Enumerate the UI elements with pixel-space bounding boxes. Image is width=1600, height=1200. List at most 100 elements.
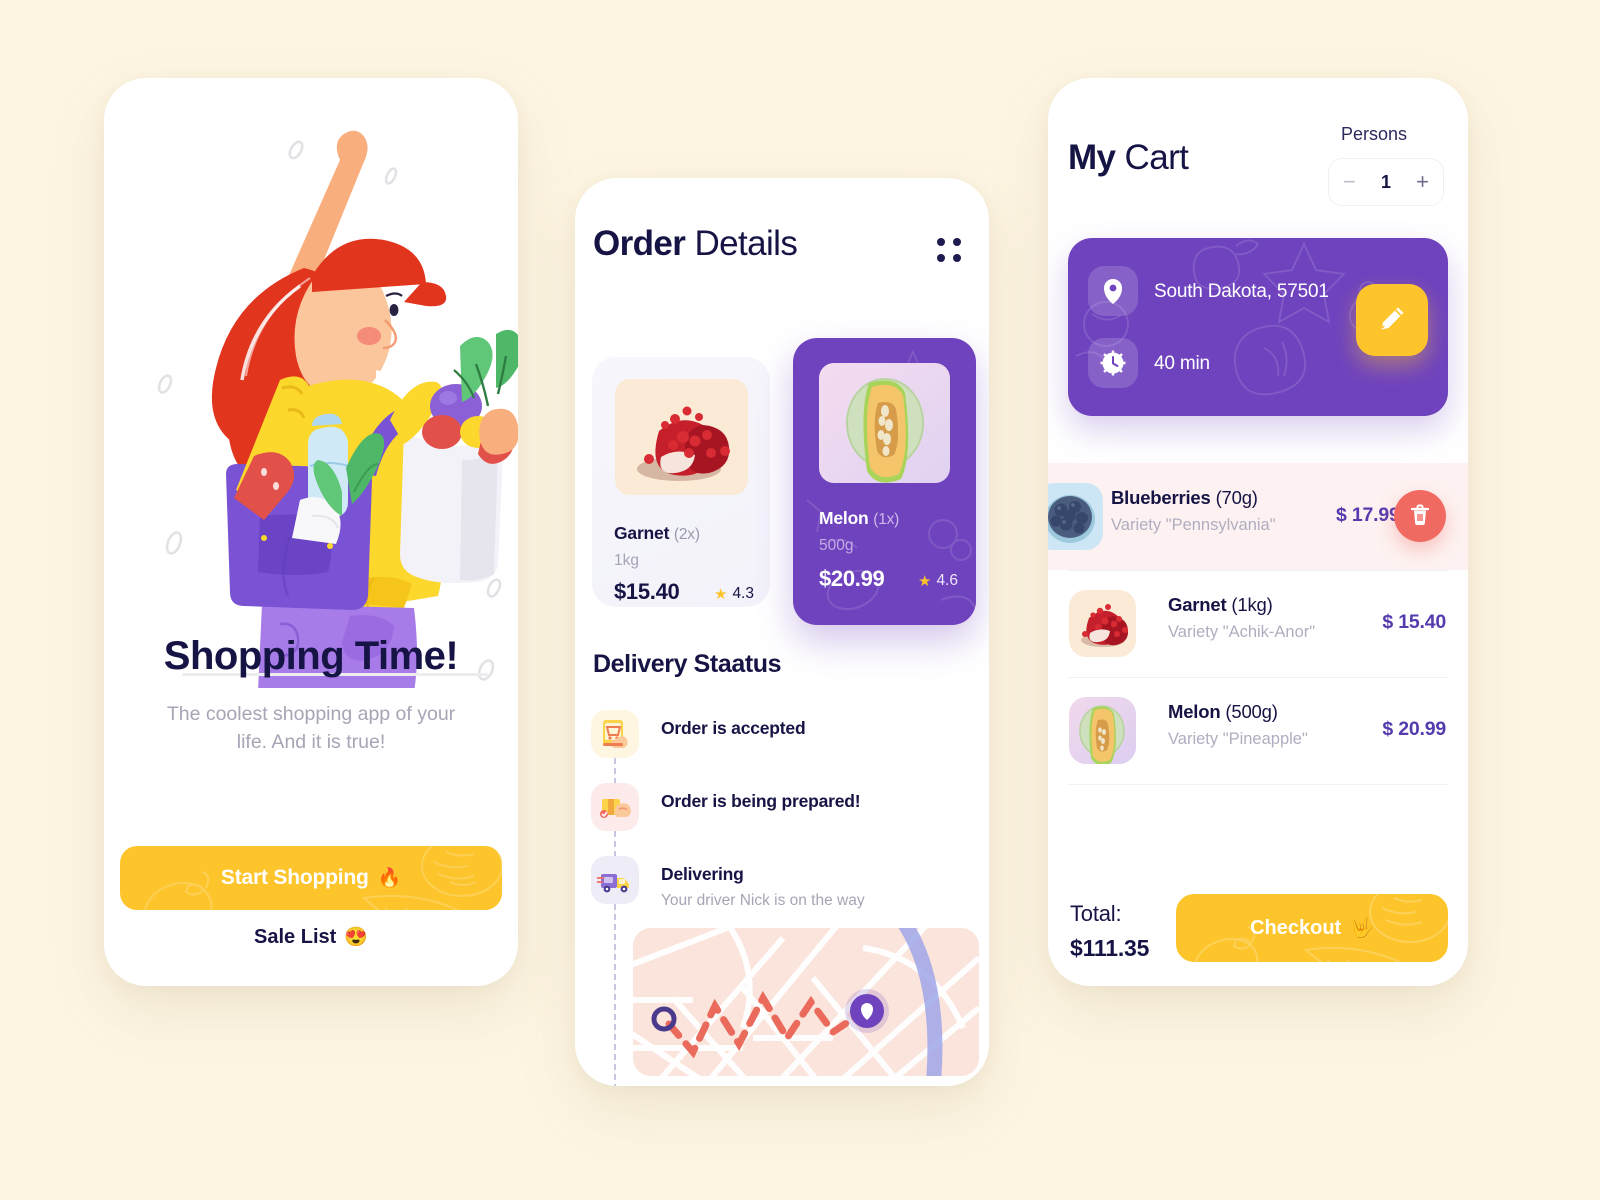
page-title: Shopping Time! (163, 634, 459, 678)
order-details-screen: Order Details Garnet (2x) 1kg $15.40 ★ 4… (575, 178, 989, 1086)
delivery-route-map[interactable] (633, 928, 979, 1076)
cart-item-row[interactable]: Melon (500g) Variety "Pineapple" $ 20.99 (1048, 677, 1468, 784)
product-price: $15.40 (614, 579, 680, 604)
star-icon: ★ (917, 573, 932, 590)
page-subtitle: The coolest shopping app of your life. A… (166, 703, 456, 754)
step-texts: Order is accepted (661, 710, 806, 739)
eta-text: 40 min (1154, 353, 1210, 374)
timeline-connector (614, 831, 616, 857)
trash-bin-icon (1410, 504, 1430, 529)
item-weight: (500g) (1225, 701, 1278, 722)
product-rating: ★ 4.6 (918, 572, 958, 590)
product-card-garnet[interactable]: Garnet (2x) 1kg $15.40 ★ 4.3 (592, 357, 770, 607)
location-pin-icon (1088, 266, 1138, 316)
cart-item-row[interactable]: Garnet (1kg) Variety "Achik-Anor" $ 15.4… (1048, 570, 1468, 677)
star-icon: ★ (713, 586, 728, 603)
product-weight: 500g (819, 537, 854, 554)
item-price: $ 17.99 (1336, 504, 1400, 526)
grid-dots-icon[interactable] (937, 238, 963, 264)
product-price: $20.99 (819, 566, 885, 591)
product-name: Melon (1x) (819, 508, 899, 529)
persons-label: Persons (1340, 124, 1408, 144)
persons-stepper[interactable]: − 1 + (1328, 158, 1444, 206)
item-price: $ 20.99 (1382, 718, 1446, 740)
product-qty: (2x) (673, 526, 700, 543)
item-weight: (1kg) (1231, 594, 1273, 615)
melon-photo (1069, 697, 1136, 764)
onboarding-screen: Shopping Time! The coolest shopping app … (104, 78, 518, 986)
product-rating: ★ 4.3 (714, 585, 754, 603)
checkout-button[interactable]: Checkout 🤟 (1176, 894, 1448, 962)
step-texts: Delivering Your driver Nick is on the wa… (661, 856, 865, 910)
shopping-woman-illustration (104, 88, 518, 692)
clock-icon (1088, 338, 1138, 388)
order-title-light: Details (694, 224, 798, 263)
blueberries-photo (1048, 483, 1103, 550)
package-hand-icon (591, 783, 639, 831)
watermelon-outline-decoration (1303, 946, 1402, 962)
persons-decrement-button[interactable]: − (1343, 171, 1356, 193)
cart-tap-icon (591, 710, 639, 758)
item-variety: Variety "Pennsylvania" (1111, 516, 1276, 534)
item-variety: Variety "Achik-Anor" (1168, 623, 1316, 641)
lemon-outline-decoration (143, 871, 213, 910)
product-name-text: Melon (819, 508, 869, 528)
item-name-text: Blueberries (1111, 487, 1211, 508)
sale-list-button[interactable]: Sale List 😍 (104, 926, 518, 949)
sale-list-label: Sale List (254, 926, 337, 948)
delete-item-button[interactable] (1394, 490, 1446, 542)
item-name: Blueberries (70g) (1111, 487, 1258, 509)
delivery-truck-icon (591, 856, 639, 904)
start-shopping-button[interactable]: Start Shopping 🔥 (120, 846, 502, 910)
row-divider (1068, 784, 1448, 785)
product-card-melon[interactable]: Melon (1x) 500g $20.99 ★ 4.6 (793, 338, 976, 625)
product-name: Garnet (2x) (614, 523, 700, 544)
delivery-status-title: Delivery Staatus (593, 650, 782, 678)
step-note: Your driver Nick is on the way (661, 892, 865, 909)
item-name-text: Garnet (1168, 594, 1227, 615)
step-label: Delivering (661, 864, 744, 884)
cart-title: My Cart (1068, 138, 1189, 178)
total-value: $111.35 (1070, 935, 1150, 961)
melon-photo (819, 363, 950, 483)
step-label: Order is accepted (661, 718, 806, 738)
product-name-text: Garnet (614, 523, 670, 543)
lemon-outline-decoration (1193, 926, 1259, 962)
step-texts: Order is being prepared! (661, 783, 861, 812)
pencil-edit-icon (1377, 304, 1407, 337)
rating-value: 4.3 (732, 585, 754, 602)
item-variety: Variety "Pineapple" (1168, 730, 1308, 748)
edit-address-button[interactable] (1356, 284, 1428, 356)
delivery-step-preparing: Order is being prepared! (591, 783, 971, 831)
fire-icon: 🔥 (377, 867, 402, 889)
persons-increment-button[interactable]: + (1416, 171, 1429, 193)
delivery-step-delivering: Delivering Your driver Nick is on the wa… (591, 856, 971, 910)
item-weight: (70g) (1215, 487, 1258, 508)
cart-title-bold: My (1068, 138, 1116, 177)
cart-items-list: Blueberries (70g) Variety "Pennsylvania"… (1048, 463, 1468, 785)
delivery-step-accepted: Order is accepted (591, 710, 971, 758)
my-cart-screen: My Cart Persons − 1 + South Dakota, 5750… (1048, 78, 1468, 986)
persons-value: 1 (1380, 171, 1391, 192)
order-details-title: Order Details (593, 224, 798, 264)
item-price: $ 15.40 (1382, 611, 1446, 633)
order-title-bold: Order (593, 224, 686, 263)
item-name: Melon (500g) (1168, 701, 1278, 723)
cart-item-row[interactable]: Blueberries (70g) Variety "Pennsylvania"… (1048, 463, 1468, 570)
app-mockup-stage: Shopping Time! The coolest shopping app … (0, 0, 1600, 1200)
product-weight: 1kg (614, 552, 639, 569)
heart-eyes-icon: 😍 (344, 927, 368, 948)
pomegranate-photo (1069, 590, 1136, 657)
timeline-connector (614, 758, 616, 784)
delivery-address-card: South Dakota, 57501 40 min (1068, 238, 1448, 416)
pomegranate-photo (615, 379, 748, 495)
step-label: Order is being prepared! (661, 791, 861, 811)
watermelon-outline-decoration (361, 894, 460, 910)
start-shopping-label: Start Shopping (220, 866, 369, 889)
timeline-connector (614, 904, 616, 1086)
total-label: Total: (1070, 901, 1122, 926)
cart-title-light: Cart (1124, 138, 1189, 177)
address-text: South Dakota, 57501 (1154, 281, 1329, 302)
item-name: Garnet (1kg) (1168, 594, 1273, 616)
item-name-text: Melon (1168, 701, 1221, 722)
